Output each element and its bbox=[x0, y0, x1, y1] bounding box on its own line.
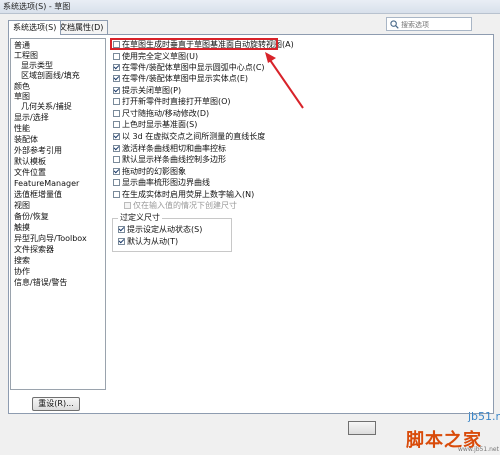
tree-item-area-hatch[interactable]: 区域剖面线/填充 bbox=[21, 71, 80, 81]
option-open-sketch-new-part[interactable]: 打开新零件时直接打开草图(O) bbox=[113, 97, 231, 107]
tree-item-touch[interactable]: 触摸 bbox=[14, 223, 30, 233]
option-entity-points[interactable]: 在零件/装配体草图中显示实体点(E) bbox=[113, 74, 248, 84]
tab-document-properties[interactable]: 文档属性(D) bbox=[54, 20, 109, 34]
option-fully-defined-sketches[interactable]: 使用完全定义草图(U) bbox=[113, 52, 198, 62]
checkbox[interactable] bbox=[113, 98, 120, 105]
option-set-driven-default[interactable]: 默认为从动(T) bbox=[118, 237, 178, 247]
category-tree[interactable]: 普通 工程图 显示类型 区域剖面线/填充 颜色 草图 几何关系/捕捉 显示/选择… bbox=[10, 38, 106, 390]
tree-item-backup-recover[interactable]: 备份/恢复 bbox=[14, 212, 49, 222]
option-arc-centerpoints[interactable]: 在零件/装配体草图中显示圆弧中心点(C) bbox=[113, 63, 265, 73]
checkbox-disabled bbox=[124, 202, 131, 209]
tree-item-performance[interactable]: 性能 bbox=[14, 124, 30, 134]
tree-item-search[interactable]: 搜索 bbox=[14, 256, 30, 266]
checkbox[interactable] bbox=[113, 156, 120, 163]
search-input[interactable] bbox=[401, 19, 469, 30]
tree-item-messages-errors-warnings[interactable]: 信息/错误/警告 bbox=[14, 278, 67, 288]
tree-item-default-templates[interactable]: 默认模板 bbox=[14, 157, 46, 167]
checkbox[interactable] bbox=[113, 110, 120, 117]
magnifier-icon bbox=[390, 20, 399, 29]
option-spline-handles[interactable]: 激活样条曲线相切和曲率控标 bbox=[113, 144, 226, 154]
tree-item-colors[interactable]: 颜色 bbox=[14, 82, 30, 92]
watermark: jb51.net 脚本之家 www.jb51.net bbox=[396, 400, 500, 455]
tree-item-file-locations[interactable]: 文件位置 bbox=[14, 168, 46, 178]
checkbox-checked[interactable] bbox=[113, 145, 120, 152]
checkbox-checked[interactable] bbox=[113, 64, 120, 71]
checkbox-checked[interactable] bbox=[113, 75, 120, 82]
window-title: 系统选项(S) - 草图 bbox=[0, 0, 500, 14]
checkbox[interactable] bbox=[113, 191, 120, 198]
tree-item-assemblies[interactable]: 装配体 bbox=[14, 135, 38, 145]
option-3d-virtual-sharp-length[interactable]: 以 3d 在虚拟交点之间所测量的直线长度 bbox=[113, 132, 265, 142]
option-override-dims-drag[interactable]: 尺寸随拖动/移动修改(D) bbox=[113, 109, 209, 119]
tab-system-options[interactable]: 系统选项(S) bbox=[8, 20, 62, 35]
tree-item-drawings[interactable]: 工程图 bbox=[14, 51, 38, 61]
highlight-box bbox=[110, 38, 278, 50]
checkbox-checked[interactable] bbox=[113, 133, 120, 140]
checkbox[interactable] bbox=[113, 121, 120, 128]
checkbox-checked[interactable] bbox=[118, 226, 125, 233]
tree-item-relations-snaps[interactable]: 几何关系/捕捉 bbox=[21, 102, 72, 112]
search-field[interactable] bbox=[386, 17, 472, 31]
ok-button[interactable] bbox=[348, 421, 376, 435]
tree-item-display-selection[interactable]: 显示/选择 bbox=[14, 113, 49, 123]
checkbox-checked[interactable] bbox=[113, 87, 120, 94]
tree-item-view[interactable]: 视图 bbox=[14, 201, 30, 211]
reset-button[interactable]: 重设(R)... bbox=[32, 397, 80, 411]
tree-item-sketch[interactable]: 草图 bbox=[14, 92, 30, 102]
tree-item-external-references[interactable]: 外部参考引用 bbox=[14, 146, 62, 156]
tree-item-hole-wizard-toolbox[interactable]: 异型孔向导/Toolbox bbox=[14, 234, 87, 244]
group-title: 过定义尺寸 bbox=[118, 213, 162, 223]
tree-item-featuremanager[interactable]: FeatureManager bbox=[14, 179, 79, 189]
option-curvature-comb[interactable]: 显示曲率梳形图边界曲线 bbox=[113, 178, 210, 188]
tree-item-spin-box-increments[interactable]: 选值框增量值 bbox=[14, 190, 62, 200]
tree-item-collaboration[interactable]: 协作 bbox=[14, 267, 30, 277]
checkbox[interactable] bbox=[113, 179, 120, 186]
option-on-screen-numeric-input[interactable]: 在生成实体时启用荧屏上数字输入(N) bbox=[113, 190, 254, 200]
option-display-plane-shaded[interactable]: 上色时显示基准面(S) bbox=[113, 120, 197, 130]
tree-item-display-style[interactable]: 显示类型 bbox=[21, 61, 53, 71]
tree-item-general[interactable]: 普通 bbox=[14, 41, 30, 51]
tree-item-file-explorer[interactable]: 文件探索器 bbox=[14, 245, 54, 255]
checkbox[interactable] bbox=[113, 53, 120, 60]
option-spline-control-polygon[interactable]: 默认显示样条曲线控制多边形 bbox=[113, 155, 226, 165]
watermark-url: www.jb51.net bbox=[458, 446, 499, 453]
option-prompt-close-sketch[interactable]: 提示关闭草图(P) bbox=[113, 86, 181, 96]
option-ghost-image-drag[interactable]: 拖动时的幻影图象 bbox=[113, 167, 186, 177]
option-create-dim-only-when-entered: 仅在输入值的情况下创建尺寸 bbox=[124, 201, 237, 211]
checkbox-checked[interactable] bbox=[118, 238, 125, 245]
watermark-top: jb51.net bbox=[468, 410, 500, 423]
checkbox-checked[interactable] bbox=[113, 168, 120, 175]
option-prompt-driven-state[interactable]: 提示设定从动状态(S) bbox=[118, 225, 202, 235]
